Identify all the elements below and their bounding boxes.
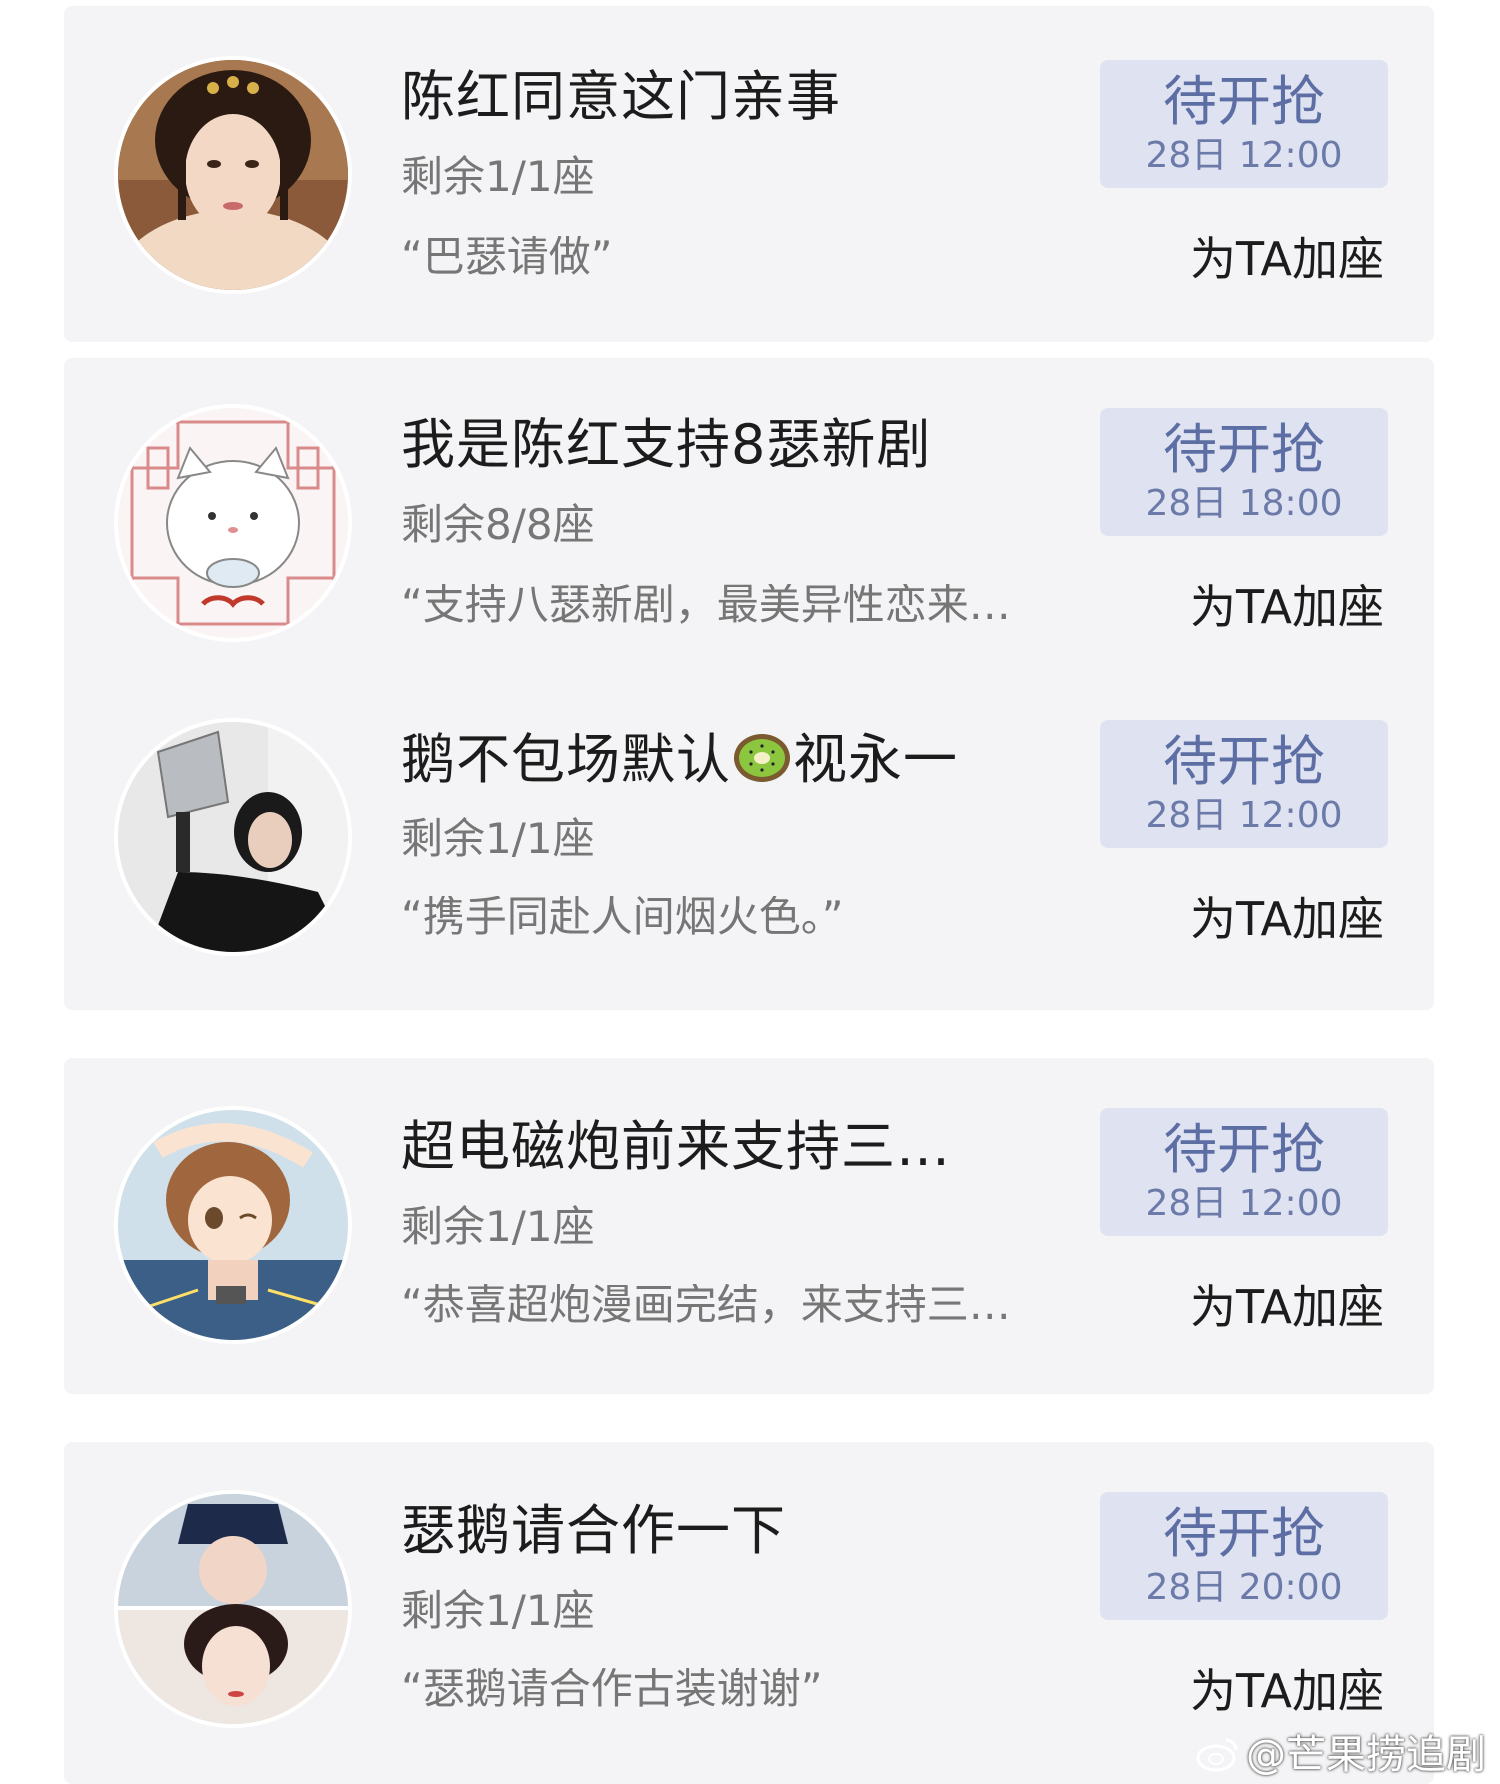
item-quote: “巴瑟请做”: [401, 236, 613, 278]
status-time: 28日 12:00: [1145, 135, 1343, 176]
seats-remaining: 剩余1/1座: [401, 1586, 595, 1635]
add-seat-button[interactable]: 为TA加座: [1190, 584, 1384, 630]
avatar[interactable]: [118, 408, 348, 638]
status-label: 待开抢: [1163, 418, 1325, 481]
seats-remaining: 剩余1/1座: [401, 152, 595, 201]
weibo-icon: [1196, 1738, 1238, 1772]
kiwi-emoji-icon: [734, 734, 790, 782]
add-seat-button[interactable]: 为TA加座: [1190, 236, 1384, 282]
status-button[interactable]: 待开抢 28日 20:00: [1100, 1492, 1388, 1620]
watermark: @芒果捞追剧: [1196, 1722, 1486, 1780]
title-text: 视永一: [793, 728, 958, 791]
status-button[interactable]: 待开抢 28日 12:00: [1100, 720, 1388, 848]
avatar[interactable]: [118, 60, 348, 290]
status-button[interactable]: 待开抢 28日 12:00: [1100, 60, 1388, 188]
watermark-text: @芒果捞追剧: [1246, 1732, 1486, 1778]
item-title: 瑟鹅请合作一下: [401, 1499, 786, 1562]
list-item[interactable]: 陈红同意这门亲事 剩余1/1座 “巴瑟请做” 待开抢 28日 12:00 为TA…: [64, 6, 1434, 306]
item-quote: “恭喜超炮漫画完结，来支持三…: [401, 1284, 1011, 1326]
list-item[interactable]: 鹅不包场默认 视永一 剩余1/1座 “携手同赴人间烟火色。” 待开抢 28日 1…: [64, 674, 1434, 974]
item-title: 陈红同意这门亲事: [401, 65, 841, 128]
add-seat-button[interactable]: 为TA加座: [1190, 1668, 1384, 1714]
title-text: 鹅不包场默认: [401, 728, 731, 791]
list-item[interactable]: 瑟鹅请合作一下 剩余1/1座 “瑟鹅请合作古装谢谢” 待开抢 28日 20:00…: [64, 1442, 1434, 1742]
seat-card: 超电磁炮前来支持三… 剩余1/1座 “恭喜超炮漫画完结，来支持三… 待开抢 28…: [64, 1058, 1434, 1394]
avatar[interactable]: [118, 1494, 348, 1724]
item-quote: “瑟鹅请合作古装谢谢”: [401, 1668, 823, 1710]
item-title: 超电磁炮前来支持三…: [401, 1115, 951, 1178]
status-label: 待开抢: [1163, 730, 1325, 793]
avatar[interactable]: [118, 1110, 348, 1340]
item-quote: “支持八瑟新剧，最美异性恋来…: [401, 584, 1011, 626]
status-button[interactable]: 待开抢 28日 12:00: [1100, 1108, 1388, 1236]
list-item[interactable]: 我是陈红支持8瑟新剧 剩余8/8座 “支持八瑟新剧，最美异性恋来… 待开抢 28…: [64, 358, 1434, 658]
status-label: 待开抢: [1163, 70, 1325, 133]
status-time: 28日 12:00: [1145, 1183, 1343, 1224]
seats-remaining: 剩余8/8座: [401, 500, 595, 549]
status-label: 待开抢: [1163, 1502, 1325, 1565]
item-title: 我是陈红支持8瑟新剧: [401, 413, 932, 476]
status-button[interactable]: 待开抢 28日 18:00: [1100, 408, 1388, 536]
seats-remaining: 剩余1/1座: [401, 1202, 595, 1251]
status-time: 28日 18:00: [1145, 483, 1343, 524]
seat-card: 陈红同意这门亲事 剩余1/1座 “巴瑟请做” 待开抢 28日 12:00 为TA…: [64, 6, 1434, 342]
seats-remaining: 剩余1/1座: [401, 814, 595, 863]
list-item[interactable]: 超电磁炮前来支持三… 剩余1/1座 “恭喜超炮漫画完结，来支持三… 待开抢 28…: [64, 1058, 1434, 1358]
avatar[interactable]: [118, 722, 348, 952]
add-seat-button[interactable]: 为TA加座: [1190, 1284, 1384, 1330]
status-time: 28日 20:00: [1145, 1567, 1343, 1608]
item-title: 鹅不包场默认 视永一: [401, 732, 958, 787]
status-time: 28日 12:00: [1145, 795, 1343, 836]
item-quote: “携手同赴人间烟火色。”: [401, 896, 844, 938]
status-label: 待开抢: [1163, 1118, 1325, 1181]
add-seat-button[interactable]: 为TA加座: [1190, 896, 1384, 942]
seat-card: 我是陈红支持8瑟新剧 剩余8/8座 “支持八瑟新剧，最美异性恋来… 待开抢 28…: [64, 358, 1434, 1010]
